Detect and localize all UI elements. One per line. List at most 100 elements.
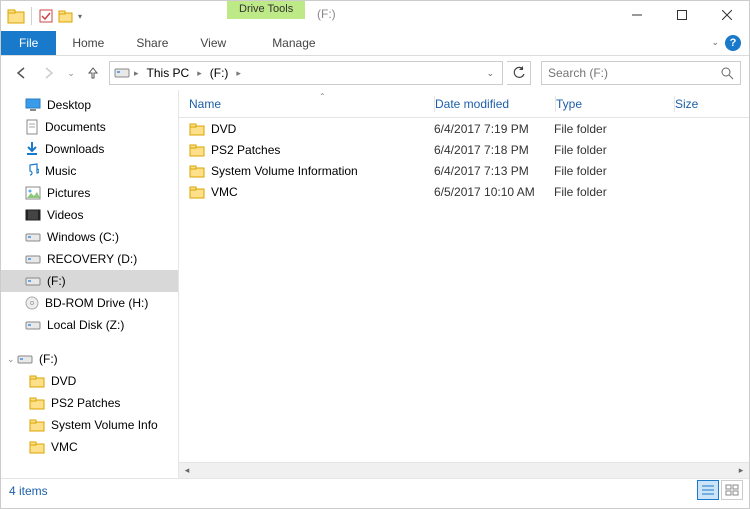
close-button[interactable]	[704, 1, 749, 29]
breadcrumb-this-pc[interactable]: This PC	[143, 66, 194, 80]
tree-item[interactable]: Pictures	[1, 182, 178, 204]
drive-icon	[25, 252, 41, 266]
recent-dropdown[interactable]: ⌄	[65, 61, 77, 85]
ribbon-minimize-icon[interactable]: ⌄	[711, 37, 719, 48]
file-date: 6/4/2017 7:19 PM	[434, 122, 554, 136]
tree-item[interactable]: DVD	[1, 370, 178, 392]
refresh-button[interactable]	[507, 61, 531, 85]
manage-tab[interactable]: Manage	[256, 31, 331, 55]
scroll-track[interactable]	[195, 463, 733, 479]
folder-icon	[189, 164, 205, 178]
tree-item-label: Videos	[47, 208, 83, 222]
file-row[interactable]: System Volume Information6/4/2017 7:13 P…	[179, 160, 749, 181]
file-date: 6/4/2017 7:18 PM	[434, 143, 554, 157]
videos-icon	[25, 208, 41, 222]
tree-item-label: Documents	[45, 120, 106, 134]
scroll-left-icon[interactable]: ◂	[179, 465, 195, 476]
up-button[interactable]	[81, 61, 105, 85]
crumb-separator-icon[interactable]: ▸	[132, 68, 141, 79]
folder-icon	[189, 143, 205, 157]
quick-access-toolbar: ▾	[1, 7, 82, 25]
home-tab[interactable]: Home	[56, 31, 120, 55]
address-dropdown-icon[interactable]: ⌄	[482, 68, 498, 79]
file-type: File folder	[554, 164, 672, 178]
file-row[interactable]: VMC6/5/2017 10:10 AMFile folder	[179, 181, 749, 202]
tree-item[interactable]: Local Disk (Z:)	[1, 314, 178, 336]
file-name-cell: System Volume Information	[189, 164, 434, 178]
file-row[interactable]: PS2 Patches6/4/2017 7:18 PMFile folder	[179, 139, 749, 160]
forward-button[interactable]	[37, 61, 61, 85]
window-icon[interactable]	[7, 7, 25, 25]
search-box[interactable]	[541, 61, 741, 85]
file-date: 6/4/2017 7:13 PM	[434, 164, 554, 178]
desktop-icon	[25, 98, 41, 112]
minimize-button[interactable]	[614, 1, 659, 29]
back-button[interactable]	[9, 61, 33, 85]
ribbon-tabs: File Home Share View Manage ⌄ ?	[1, 31, 749, 56]
help-icon[interactable]: ?	[725, 35, 741, 51]
drive-icon	[25, 274, 41, 288]
tree-item[interactable]: System Volume Info	[1, 414, 178, 436]
tree-item[interactable]: VMC	[1, 436, 178, 458]
column-date[interactable]: Date modified	[435, 97, 555, 111]
tree-item[interactable]: Downloads	[1, 138, 178, 160]
tree-item[interactable]: Videos	[1, 204, 178, 226]
qat-properties-icon[interactable]	[38, 8, 54, 24]
column-size[interactable]: Size	[675, 97, 725, 111]
file-list[interactable]: DVD 6/4/2017 7:19 PM File folder PS2 Patche…	[179, 118, 749, 462]
tree-item[interactable]: PS2 Patches	[1, 392, 178, 414]
tree-item[interactable]: (F:)	[1, 270, 178, 292]
tree-item[interactable]: BD-ROM Drive (H:)	[1, 292, 178, 314]
view-switcher	[697, 480, 743, 500]
search-input[interactable]	[548, 66, 721, 80]
tree-item[interactable]: Documents	[1, 116, 178, 138]
search-icon[interactable]	[721, 67, 734, 80]
music-icon	[25, 163, 39, 179]
crumb-separator-icon[interactable]: ▸	[234, 68, 243, 79]
thumbnails-view-button[interactable]	[721, 480, 743, 500]
download-icon	[25, 141, 39, 157]
qat-new-folder-icon[interactable]	[58, 8, 74, 24]
tree-item[interactable]: Music	[1, 160, 178, 182]
separator	[31, 7, 32, 25]
tree-item[interactable]: Windows (C:)	[1, 226, 178, 248]
view-tab[interactable]: View	[184, 31, 242, 55]
column-name[interactable]: Name	[189, 97, 434, 111]
chevron-down-icon[interactable]: ⌄	[7, 354, 15, 365]
disc-icon	[25, 296, 39, 310]
status-bar: 4 items	[1, 478, 749, 502]
tree-item-label: PS2 Patches	[51, 396, 120, 410]
file-name: DVD	[211, 122, 236, 136]
context-tab-drive-tools[interactable]: Drive Tools	[227, 1, 305, 19]
navigation-bar: ⌄ ▸ This PC ▸ (F:) ▸ ⌄	[1, 56, 749, 90]
crumb-separator-icon[interactable]: ▸	[195, 68, 204, 79]
breadcrumb-drive[interactable]: (F:)	[206, 66, 233, 80]
content-pane: ⌃ Name Date modified Type Size DVD 6/4/20…	[179, 90, 749, 478]
drive-icon	[17, 352, 33, 366]
details-view-button[interactable]	[697, 480, 719, 500]
column-type[interactable]: Type	[556, 97, 674, 111]
file-name-cell: PS2 Patches	[189, 143, 434, 157]
tree-item[interactable]: ⌄(F:)	[1, 348, 178, 370]
share-tab[interactable]: Share	[120, 31, 184, 55]
horizontal-scrollbar[interactable]: ◂ ▸	[179, 462, 749, 478]
folder-icon	[29, 418, 45, 432]
folder-icon	[189, 122, 205, 136]
pictures-icon	[25, 186, 41, 200]
file-type: File folder	[554, 185, 672, 199]
tree-item[interactable]: Desktop	[1, 94, 178, 116]
file-row[interactable]: DVD6/4/2017 7:19 PMFile folder	[179, 118, 749, 139]
file-name-cell: DVD	[189, 122, 434, 136]
file-tab[interactable]: File	[1, 31, 56, 55]
tree-item[interactable]	[1, 336, 178, 348]
address-bar[interactable]: ▸ This PC ▸ (F:) ▸ ⌄	[109, 61, 503, 85]
window-title: (F:)	[317, 7, 336, 21]
status-text: 4 items	[9, 484, 48, 498]
scroll-right-icon[interactable]: ▸	[733, 465, 749, 476]
maximize-button[interactable]	[659, 1, 704, 29]
navigation-pane[interactable]: Desktop Documents DownloadsMusicPictures Vi…	[1, 90, 179, 478]
qat-customize-dropdown[interactable]: ▾	[78, 12, 82, 21]
sort-indicator-icon: ⌃	[319, 92, 326, 101]
tree-item[interactable]: RECOVERY (D:)	[1, 248, 178, 270]
explorer-body: Desktop Documents DownloadsMusicPictures Vi…	[1, 90, 749, 478]
